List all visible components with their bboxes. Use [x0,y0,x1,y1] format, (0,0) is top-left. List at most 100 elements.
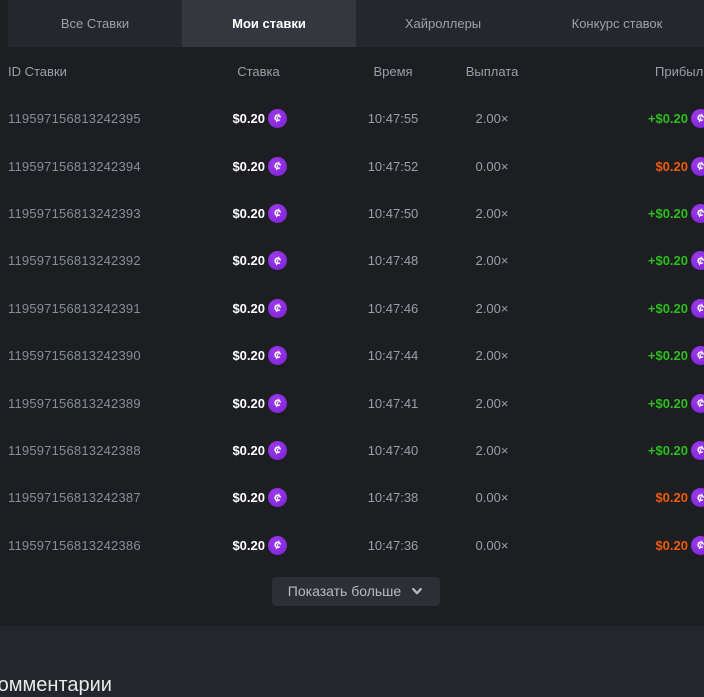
bet-payout-cell: 0.00× [432,522,552,569]
bet-amount: $0.20 [232,538,265,553]
comments-heading: Комментарии [0,675,112,696]
header-bet: Ставка [230,47,287,95]
chevron-down-icon [410,584,424,598]
bet-profit-cell: +$0.20 ¢ [560,237,704,284]
bet-id-cell: 119597156813242388 [8,427,141,474]
show-more-button[interactable]: Показать больше [272,577,440,606]
cent-coin-icon: ¢ [268,204,287,223]
bet-amount-cell: $0.20 ¢ [180,379,287,426]
cent-coin-icon: ¢ [268,394,287,413]
bet-payout-cell: 2.00× [432,332,552,379]
bet-profit-cell: $0.20 ¢ [560,522,704,569]
bet-profit-amount: $0.20 [655,538,688,553]
bet-amount-cell: $0.20 ¢ [180,285,287,332]
table-row[interactable]: 119597156813242390 $0.20 ¢ 10:47:44 2.00… [0,332,704,379]
tab-all-bets[interactable]: Все Ставки [8,0,182,47]
cent-coin-icon: ¢ [691,394,704,413]
bets-table-body: 119597156813242395 $0.20 ¢ 10:47:55 2.00… [0,95,704,569]
table-row[interactable]: 119597156813242394 $0.20 ¢ 10:47:52 0.00… [0,142,704,189]
bet-amount: $0.20 [232,301,265,316]
bet-profit-cell: +$0.20 ¢ [560,379,704,426]
bet-id-cell: 119597156813242390 [8,332,141,379]
header-bet-id: ID Ставки [8,47,67,95]
cent-coin-icon: ¢ [691,536,704,555]
bet-amount: $0.20 [232,111,265,126]
bet-amount: $0.20 [232,396,265,411]
bet-id-cell: 119597156813242391 [8,285,141,332]
bets-panel: Все Ставки Мои ставки Хайроллеры Конкурс… [0,0,704,697]
bet-amount-cell: $0.20 ¢ [180,522,287,569]
bets-table-header: ID Ставки Ставка Время Выплата Прибыль [0,47,704,95]
bet-payout-cell: 2.00× [432,285,552,332]
cent-coin-icon: ¢ [691,441,704,460]
bet-amount: $0.20 [232,253,265,268]
table-row[interactable]: 119597156813242389 $0.20 ¢ 10:47:41 2.00… [0,379,704,426]
table-row[interactable]: 119597156813242388 $0.20 ¢ 10:47:40 2.00… [0,427,704,474]
cent-coin-icon: ¢ [268,536,287,555]
bet-payout-cell: 0.00× [432,142,552,189]
bets-table-section: ID Ставки Ставка Время Выплата Прибыль 1… [0,47,704,626]
table-row[interactable]: 119597156813242392 $0.20 ¢ 10:47:48 2.00… [0,237,704,284]
bet-amount: $0.20 [232,348,265,363]
cent-coin-icon: ¢ [691,251,704,270]
bet-amount-cell: $0.20 ¢ [180,142,287,189]
bet-amount-cell: $0.20 ¢ [180,427,287,474]
header-payout: Выплата [432,47,552,95]
cent-coin-icon: ¢ [691,346,704,365]
show-more-wrap: Показать больше [0,577,704,606]
cent-coin-icon: ¢ [268,488,287,507]
bet-id-cell: 119597156813242393 [8,190,141,237]
table-row[interactable]: 119597156813242387 $0.20 ¢ 10:47:38 0.00… [0,474,704,521]
bet-payout-cell: 2.00× [432,237,552,284]
table-row[interactable]: 119597156813242386 $0.20 ¢ 10:47:36 0.00… [0,522,704,569]
bet-amount: $0.20 [232,490,265,505]
cent-coin-icon: ¢ [268,251,287,270]
cent-coin-icon: ¢ [268,157,287,176]
bet-payout-cell: 2.00× [432,190,552,237]
bet-profit-amount: $0.20 [655,490,688,505]
bet-profit-cell: +$0.20 ¢ [560,427,704,474]
bet-id-cell: 119597156813242395 [8,95,141,142]
bet-payout-cell: 2.00× [432,95,552,142]
cent-coin-icon: ¢ [691,204,704,223]
bet-amount: $0.20 [232,159,265,174]
tab-highrollers[interactable]: Хайроллеры [356,0,530,47]
bet-amount-cell: $0.20 ¢ [180,474,287,521]
bet-payout-cell: 2.00× [432,379,552,426]
bet-profit-amount: +$0.20 [648,348,688,363]
bet-profit-amount: $0.20 [655,159,688,174]
bet-profit-amount: +$0.20 [648,111,688,126]
cent-coin-icon: ¢ [268,346,287,365]
bets-tabbar: Все Ставки Мои ставки Хайроллеры Конкурс… [8,0,704,47]
table-row[interactable]: 119597156813242393 $0.20 ¢ 10:47:50 2.00… [0,190,704,237]
cent-coin-icon: ¢ [268,441,287,460]
bet-profit-amount: +$0.20 [648,396,688,411]
bet-id-cell: 119597156813242386 [8,522,141,569]
bet-profit-cell: +$0.20 ¢ [560,95,704,142]
bet-profit-cell: +$0.20 ¢ [560,285,704,332]
bet-amount: $0.20 [232,443,265,458]
bet-profit-cell: +$0.20 ¢ [560,332,704,379]
cent-coin-icon: ¢ [691,109,704,128]
table-row[interactable]: 119597156813242395 $0.20 ¢ 10:47:55 2.00… [0,95,704,142]
tab-my-bets[interactable]: Мои ставки [182,0,356,47]
bet-profit-cell: $0.20 ¢ [560,142,704,189]
bet-profit-amount: +$0.20 [648,253,688,268]
header-profit: Прибыль [560,47,704,95]
bet-payout-cell: 2.00× [432,427,552,474]
bet-payout-cell: 0.00× [432,474,552,521]
cent-coin-icon: ¢ [691,299,704,318]
bet-profit-cell: $0.20 ¢ [560,474,704,521]
bet-profit-amount: +$0.20 [648,206,688,221]
bet-id-cell: 119597156813242394 [8,142,141,189]
cent-coin-icon: ¢ [691,488,704,507]
cent-coin-icon: ¢ [268,109,287,128]
bet-amount-cell: $0.20 ¢ [180,95,287,142]
bet-amount-cell: $0.20 ¢ [180,237,287,284]
bet-amount-cell: $0.20 ¢ [180,332,287,379]
bet-id-cell: 119597156813242387 [8,474,141,521]
bet-id-cell: 119597156813242389 [8,379,141,426]
table-row[interactable]: 119597156813242391 $0.20 ¢ 10:47:46 2.00… [0,285,704,332]
tab-bet-contest[interactable]: Конкурс ставок [530,0,704,47]
bet-profit-cell: +$0.20 ¢ [560,190,704,237]
